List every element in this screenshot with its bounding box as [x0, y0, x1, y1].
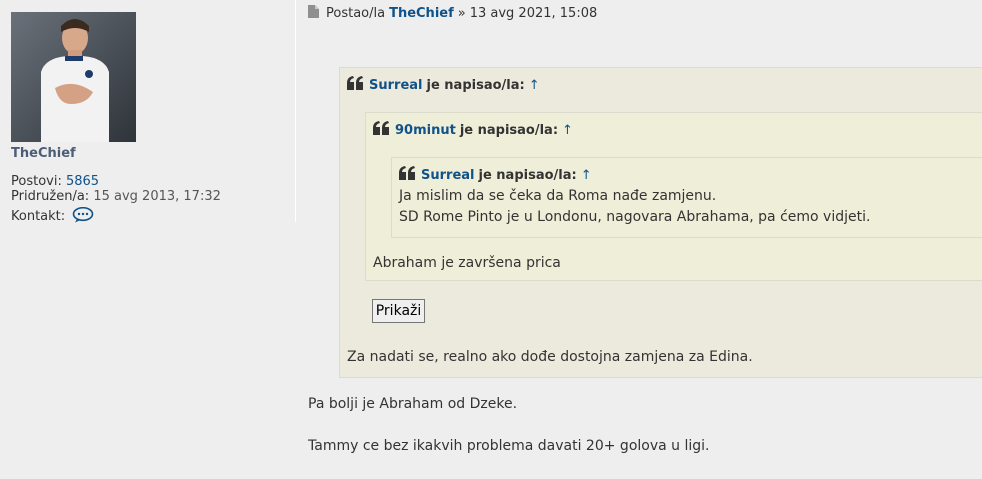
quote-inner-line: Ja mislim da se čeka da Roma nađe zamjen… [399, 188, 717, 204]
quote-outer-cite: Surreal je napisao/la: ↑ [347, 76, 540, 94]
profile-joined: Pridružen/a: 15 avg 2013, 17:32 [11, 189, 221, 204]
header-separator: » [457, 6, 466, 21]
quote-icon [373, 121, 390, 139]
posted-by-label: Postao/la [326, 6, 386, 21]
post-datetime: 13 avg 2021, 15:08 [469, 6, 598, 21]
post-paragraph: Tammy ce bez ikakvih problema davati 20+… [308, 438, 710, 454]
post-header: Postao/la TheChief » 13 avg 2021, 15:08 [308, 5, 597, 22]
avatar[interactable] [11, 12, 136, 142]
quote-middle-cite: 90minut je napisao/la: ↑ [373, 121, 573, 139]
document-icon[interactable] [308, 5, 319, 22]
contact-label: Kontakt: [11, 209, 66, 224]
quote-outer-wrote: je napisao/la: [426, 77, 525, 93]
quote-inner-wrote: je napisao/la: [478, 167, 577, 183]
quote-outer-jump-arrow[interactable]: ↑ [529, 78, 540, 93]
profile-contact: Kontakt: [11, 206, 94, 227]
quote-middle-text: Abraham je završena prica [373, 255, 561, 271]
quote-inner-author[interactable]: Surreal [421, 168, 475, 183]
quote-inner-jump-arrow[interactable]: ↑ [581, 168, 592, 183]
speech-bubble-icon[interactable] [72, 206, 94, 227]
profile-username[interactable]: TheChief [11, 146, 76, 161]
quote-icon [399, 166, 416, 184]
quote-outer-author[interactable]: Surreal [369, 78, 423, 93]
post-profile: TheChief Postovi: 5865 Pridružen/a: 15 a… [0, 0, 296, 224]
quote-middle-wrote: je napisao/la: [459, 122, 559, 138]
quote-outer-text: Za nadati se, realno ako dođe dostojna z… [347, 349, 753, 365]
quote-middle-author[interactable]: 90minut [395, 123, 456, 138]
post-author[interactable]: TheChief [389, 6, 454, 21]
quote-inner-cite: Surreal je napisao/la: ↑ [399, 166, 592, 184]
show-spoiler-button[interactable]: Prikaži [372, 299, 425, 323]
quote-icon [347, 76, 364, 94]
posts-label: Postovi: [11, 174, 62, 189]
joined-date: 15 avg 2013, 17:32 [93, 189, 221, 204]
posts-count[interactable]: 5865 [66, 174, 99, 189]
quote-middle-jump-arrow[interactable]: ↑ [562, 123, 573, 138]
profile-posts: Postovi: 5865 [11, 174, 99, 189]
post-paragraph: Pa bolji je Abraham od Dzeke. [308, 396, 518, 412]
joined-label: Pridružen/a: [11, 189, 90, 204]
quote-inner-line: SD Rome Pinto je u Londonu, nagovara Abr… [399, 209, 871, 225]
